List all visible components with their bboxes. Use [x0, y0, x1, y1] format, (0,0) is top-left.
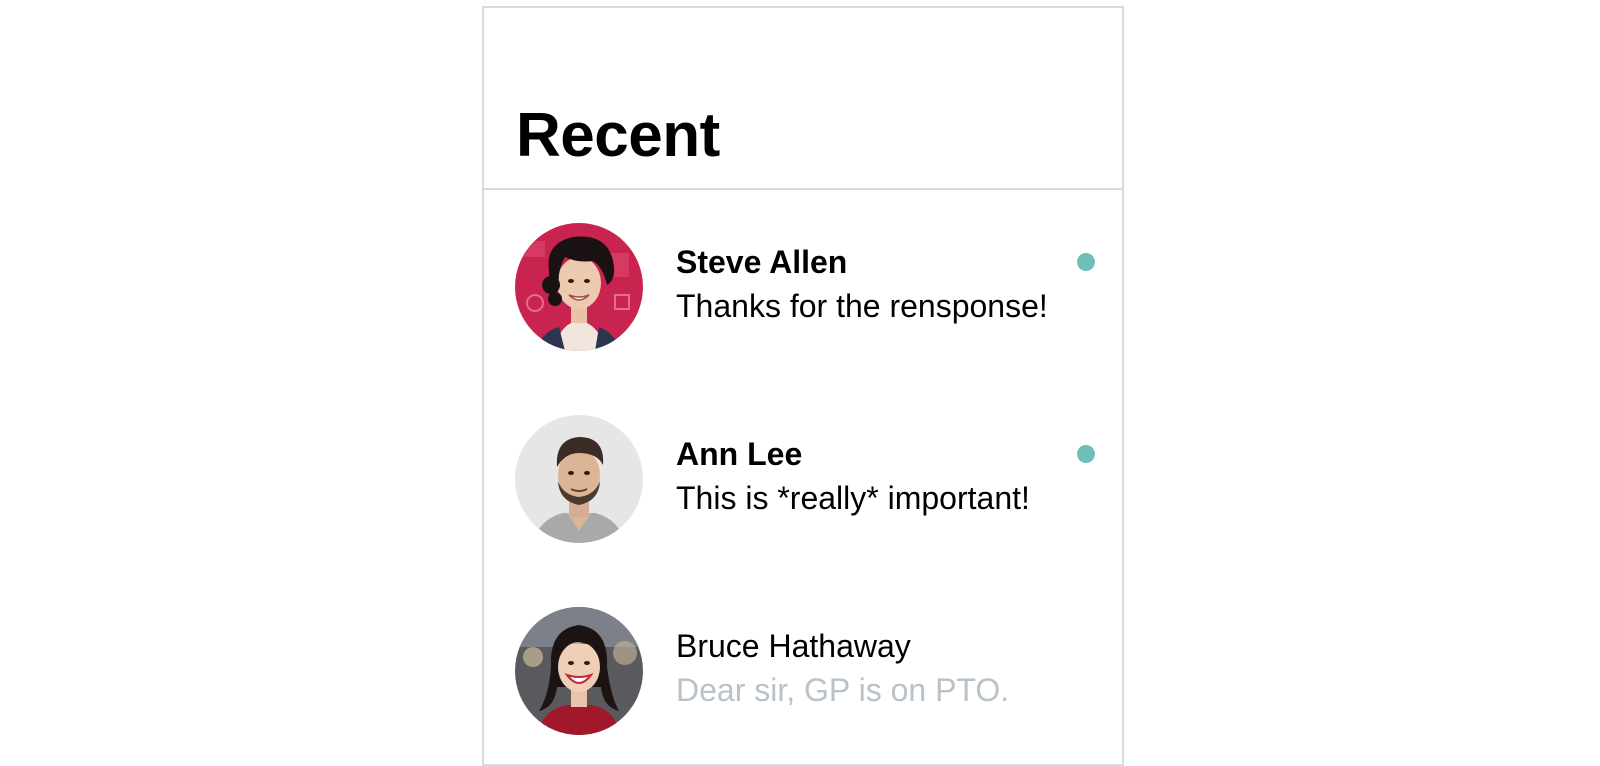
contact-name: Steve Allen [676, 244, 848, 280]
unread-indicator-icon [1077, 445, 1095, 463]
conversation-item[interactable]: Steve Allen Thanks for the rensponse! [484, 190, 1122, 382]
unread-indicator-icon [1077, 253, 1095, 271]
avatar [515, 223, 643, 351]
conversation-item[interactable]: Ann Lee This is *really* important! [484, 382, 1122, 574]
panel-header: Recent [484, 8, 1122, 190]
message-preview: Thanks for the rensponse! [676, 288, 1048, 324]
recent-conversations-panel: Recent Steve Allen Thanks for the renspo… [482, 6, 1124, 766]
avatar [515, 607, 643, 735]
page-title: Recent [516, 101, 720, 170]
message-preview: This is *really* important! [676, 480, 1030, 516]
contact-name: Bruce Hathaway [676, 628, 911, 664]
conversation-item[interactable]: Bruce Hathaway Dear sir, GP is on PTO. [484, 574, 1122, 766]
avatar [515, 415, 643, 543]
contact-name: Ann Lee [676, 436, 803, 472]
message-preview: Dear sir, GP is on PTO. [676, 672, 1010, 708]
